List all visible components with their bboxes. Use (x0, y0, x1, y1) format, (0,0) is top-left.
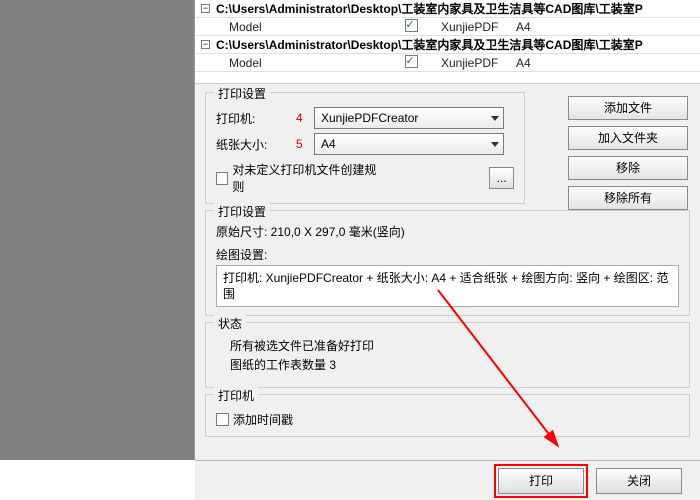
printer-dropdown[interactable]: XunjiePDFCreator (314, 107, 504, 129)
status-group: 状态 所有被选文件已准备好打印 图纸的工作表数量 3 (205, 322, 690, 388)
printer-label: 打印机: (216, 110, 296, 127)
tree-pdf-label: XunjiePDF (441, 20, 516, 34)
print-button[interactable]: 打印 (498, 468, 584, 494)
group-label: 打印设置 (214, 203, 270, 220)
paper-label: 纸张大小: (216, 136, 296, 153)
printer-value: XunjiePDFCreator (321, 111, 418, 125)
group-label: 打印机 (214, 387, 258, 404)
main-body: 打印设置 打印机: 4 XunjiePDFCreator 纸张大小: 5 A4 (195, 88, 700, 500)
tree-model-label: Model (201, 56, 381, 70)
draw-settings-label: 绘图设置: (216, 246, 679, 263)
close-button[interactable]: 关闭 (596, 468, 682, 494)
tree-path: C:\Users\Administrator\Desktop\工装室内家具及卫生… (216, 36, 643, 53)
tree-model-label: Model (201, 20, 381, 34)
original-size: 原始尺寸: 210,0 X 297,0 毫米(竖向) (216, 223, 679, 240)
print-settings-group: 打印设置 打印机: 4 XunjiePDFCreator 纸张大小: 5 A4 (205, 92, 525, 204)
timestamp-label: 添加时间戳 (233, 411, 293, 428)
step-index: 4 (296, 111, 314, 125)
tree-model-row[interactable]: Model XunjiePDF A4 (195, 18, 700, 36)
print-details-group: 打印设置 原始尺寸: 210,0 X 297,0 毫米(竖向) 绘图设置: 打印… (205, 210, 690, 316)
tree-model-checkbox[interactable] (405, 55, 418, 68)
left-empty-pane (0, 0, 195, 460)
tree-model-row[interactable]: Model XunjiePDF A4 (195, 54, 700, 72)
tree-paper-label: A4 (516, 20, 700, 34)
tree-path-row[interactable]: − C:\Users\Administrator\Desktop\工装室内家具及… (195, 0, 700, 18)
timestamp-checkbox[interactable] (216, 413, 229, 426)
tree-path-row[interactable]: − C:\Users\Administrator\Desktop\工装室内家具及… (195, 36, 700, 54)
tree-model-checkbox[interactable] (405, 19, 418, 32)
status-sheet-count: 图纸的工作表数量 3 (230, 356, 679, 373)
printer-group: 打印机 添加时间戳 (205, 394, 690, 437)
tree-path: C:\Users\Administrator\Desktop\工装室内家具及卫生… (216, 0, 643, 17)
create-rule-checkbox[interactable] (216, 172, 228, 185)
chevron-down-icon (491, 142, 499, 147)
tree-paper-label: A4 (516, 56, 700, 70)
collapse-icon[interactable]: − (201, 40, 210, 49)
chevron-down-icon (491, 116, 499, 121)
dialog-body: − C:\Users\Administrator\Desktop\工装室内家具及… (195, 0, 700, 500)
paper-dropdown[interactable]: A4 (314, 133, 504, 155)
create-rule-label: 对未定义打印机文件创建规则 (232, 161, 379, 195)
collapse-icon[interactable]: − (201, 4, 210, 13)
draw-settings-field[interactable]: 打印机: XunjiePDFCreator + 纸张大小: A4 + 适合纸张 … (216, 265, 679, 307)
browse-button[interactable]: ... (489, 167, 514, 189)
paper-value: A4 (321, 137, 336, 151)
group-label: 状态 (214, 315, 246, 332)
bottom-bar: 打印 关闭 (195, 460, 700, 500)
step-index: 5 (296, 137, 314, 151)
group-label: 打印设置 (214, 85, 270, 102)
status-ready: 所有被选文件已准备好打印 (230, 337, 679, 354)
tree-pdf-label: XunjiePDF (441, 56, 516, 70)
file-tree[interactable]: − C:\Users\Administrator\Desktop\工装室内家具及… (195, 0, 700, 84)
